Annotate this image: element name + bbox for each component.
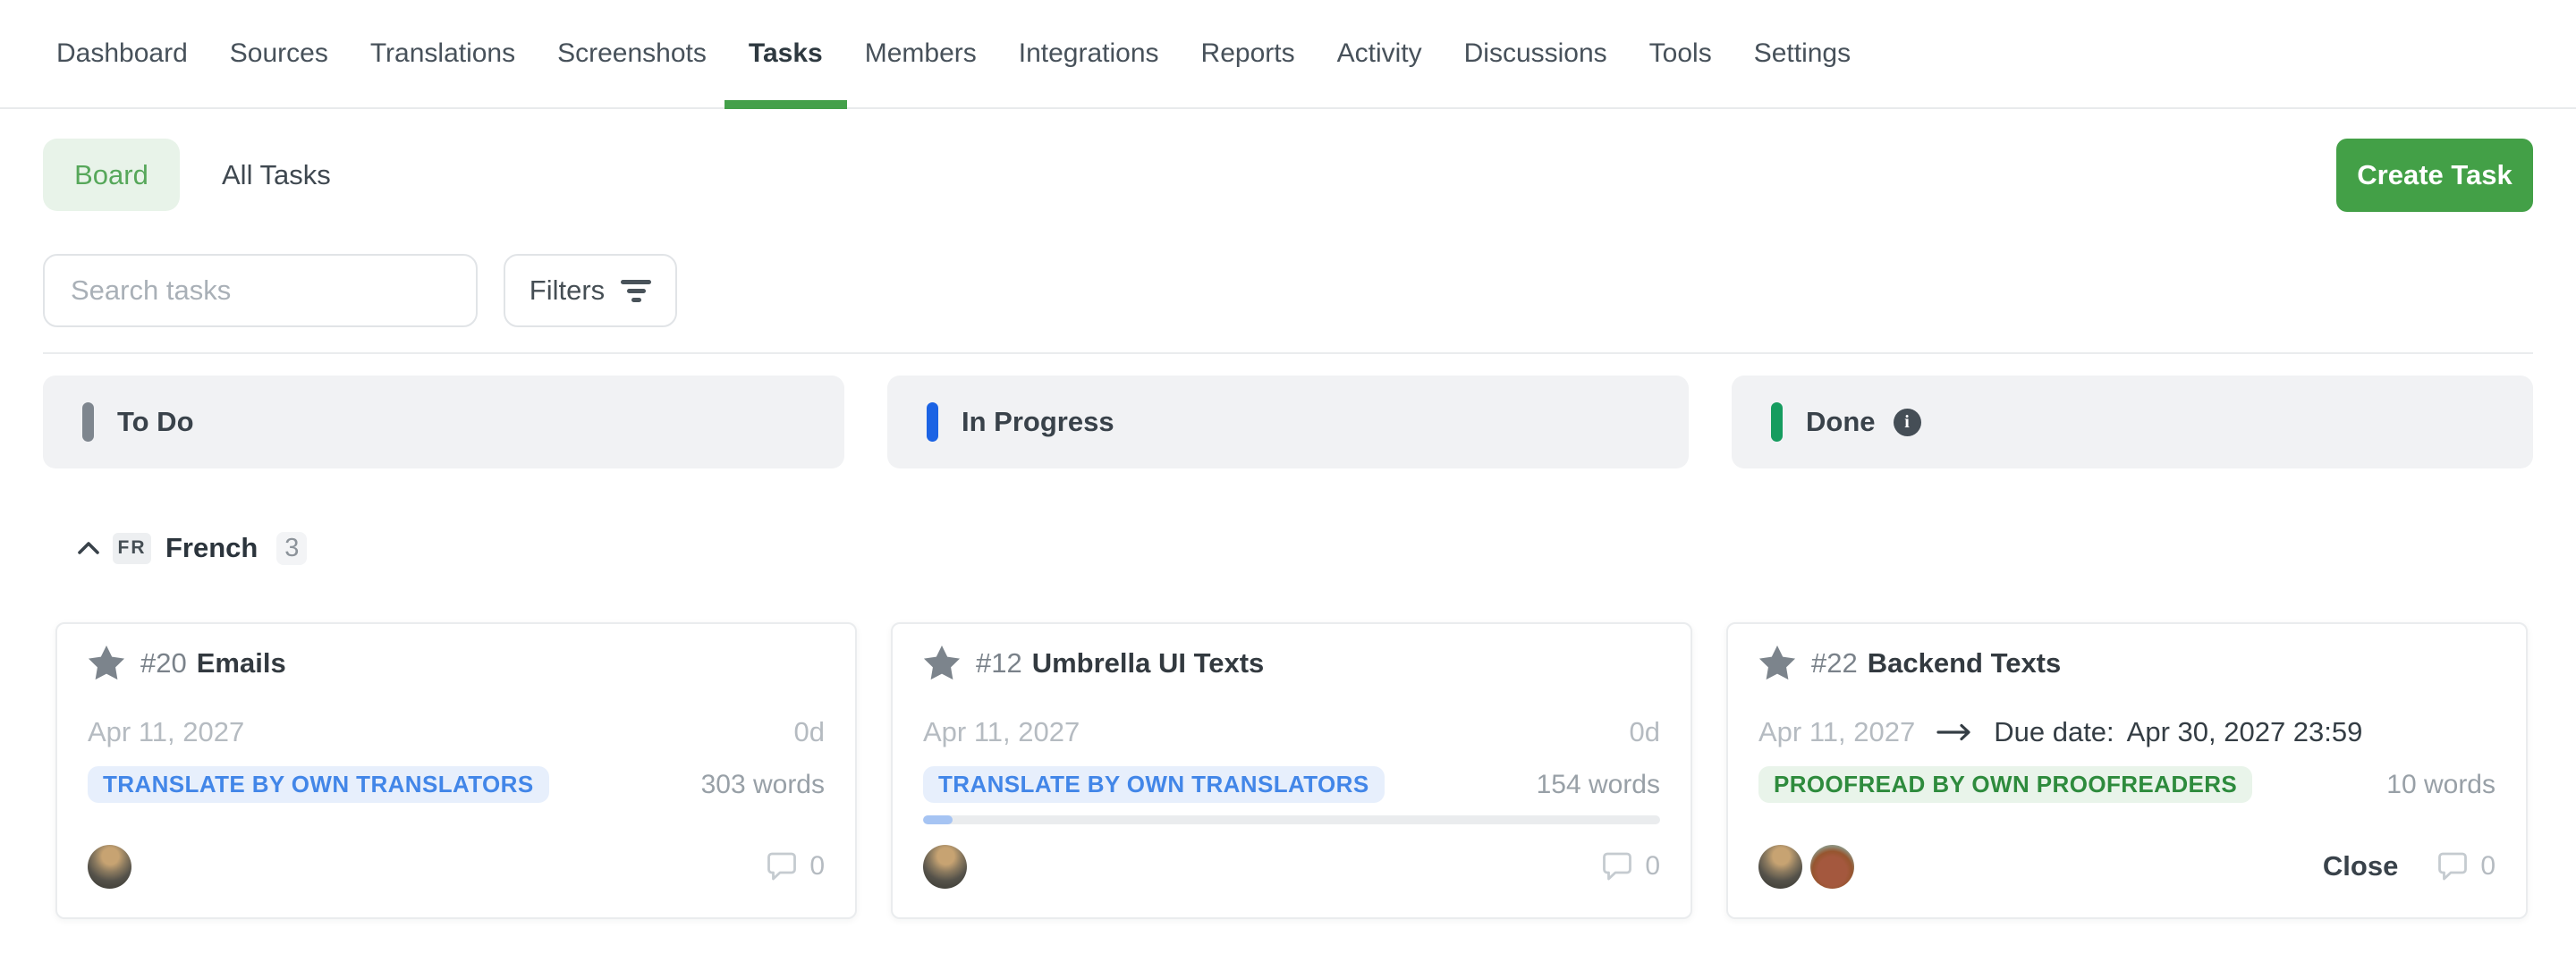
tab-integrations[interactable]: Integrations — [1019, 0, 1159, 107]
task-duration: 0d — [794, 716, 825, 748]
task-card-emails[interactable]: #20 Emails Apr 11, 2027 0d TRANSLATE BY … — [55, 622, 857, 919]
card-meta-row: Apr 11, 2027 0d — [88, 713, 825, 751]
card-title-row: #20 Emails — [88, 644, 825, 683]
task-type-badge: PROOFREAD BY OWN PROOFREADERS — [1758, 766, 2252, 803]
task-card-umbrella-ui-texts[interactable]: #12 Umbrella UI Texts Apr 11, 2027 0d TR… — [891, 622, 1692, 919]
due-date-label: Due date: — [1994, 716, 2114, 748]
column-label: Done — [1806, 406, 1876, 438]
top-navigation: Dashboard Sources Translations Screensho… — [0, 0, 2576, 109]
assignee-avatars[interactable] — [1758, 845, 1854, 889]
tab-tools[interactable]: Tools — [1649, 0, 1712, 107]
tab-tasks[interactable]: Tasks — [749, 0, 823, 107]
assignee-avatars[interactable] — [923, 845, 967, 889]
comment-count: 0 — [809, 851, 825, 882]
favorite-star-button[interactable] — [88, 645, 125, 682]
progress-bar — [923, 815, 1660, 824]
column-header-in-progress: In Progress — [887, 376, 1689, 468]
assignee-avatar — [923, 845, 967, 889]
task-card-backend-texts[interactable]: #22 Backend Texts Apr 11, 2027 Due date:… — [1726, 622, 2528, 919]
card-badge-row: TRANSLATE BY OWN TRANSLATORS 154 words — [923, 766, 1660, 803]
close-task-button[interactable]: Close — [2323, 850, 2398, 882]
tab-members[interactable]: Members — [865, 0, 977, 107]
card-title-row: #22 Backend Texts — [1758, 644, 2496, 683]
task-title: Backend Texts — [1868, 647, 2062, 679]
star-icon — [923, 646, 961, 681]
tab-discussions[interactable]: Discussions — [1464, 0, 1607, 107]
word-count: 303 words — [701, 770, 825, 800]
todo-status-pill — [82, 402, 94, 442]
assignee-avatar — [88, 845, 131, 889]
column-header-todo: To Do — [43, 376, 844, 468]
filters-button-label: Filters — [530, 274, 605, 307]
comment-icon[interactable] — [1602, 851, 1632, 882]
column-label: In Progress — [962, 406, 1114, 438]
favorite-star-button[interactable] — [923, 645, 961, 682]
tab-translations[interactable]: Translations — [370, 0, 515, 107]
arrow-right-icon — [1936, 722, 1972, 742]
column-label: To Do — [117, 406, 194, 438]
comment-count: 0 — [1645, 851, 1660, 882]
in-progress-status-pill — [927, 402, 938, 442]
word-count: 10 words — [2386, 770, 2496, 800]
card-footer-row: 0 — [88, 844, 825, 889]
done-status-pill — [1771, 402, 1783, 442]
task-type-badge: TRANSLATE BY OWN TRANSLATORS — [88, 766, 549, 803]
assignee-avatar — [1810, 845, 1854, 889]
task-duration: 0d — [1630, 716, 1660, 748]
due-date-value: Apr 30, 2027 23:59 — [2127, 716, 2363, 748]
star-icon — [88, 646, 125, 681]
card-footer-row: 0 — [923, 844, 1660, 889]
filter-icon — [621, 280, 651, 302]
tab-dashboard[interactable]: Dashboard — [56, 0, 188, 107]
task-date: Apr 11, 2027 — [1758, 716, 1915, 748]
task-date: Apr 11, 2027 — [88, 716, 244, 748]
task-title: Emails — [197, 647, 286, 679]
task-id: #22 — [1811, 647, 1858, 679]
tab-settings[interactable]: Settings — [1754, 0, 1851, 107]
favorite-star-button[interactable] — [1758, 645, 1796, 682]
tasks-board-page: Dashboard Sources Translations Screensho… — [0, 0, 2576, 979]
task-date: Apr 11, 2027 — [923, 716, 1080, 748]
word-count: 154 words — [1537, 770, 1660, 800]
card-badge-row: TRANSLATE BY OWN TRANSLATORS 303 words — [88, 766, 825, 803]
task-id: #20 — [140, 647, 187, 679]
collapse-group-button[interactable] — [75, 535, 102, 561]
tab-screenshots[interactable]: Screenshots — [557, 0, 707, 107]
all-tasks-view-tab[interactable]: All Tasks — [222, 139, 331, 211]
card-badge-row: PROOFREAD BY OWN PROOFREADERS 10 words — [1758, 766, 2496, 803]
info-icon[interactable]: i — [1894, 409, 1921, 436]
tab-sources[interactable]: Sources — [230, 0, 328, 107]
language-group-row: FR French 3 — [43, 527, 307, 570]
card-meta-row: Apr 11, 2027 Due date: Apr 30, 2027 23:5… — [1758, 713, 2496, 751]
create-task-button[interactable]: Create Task — [2336, 139, 2533, 212]
language-name: French — [165, 532, 258, 564]
assignee-avatar — [1758, 845, 1802, 889]
assignee-avatars[interactable] — [88, 845, 131, 889]
task-count-badge: 3 — [276, 532, 307, 565]
task-id: #12 — [976, 647, 1022, 679]
progress-fill — [923, 815, 953, 824]
tab-activity[interactable]: Activity — [1337, 0, 1422, 107]
search-input[interactable] — [43, 254, 478, 327]
board-view-tab[interactable]: Board — [43, 139, 180, 211]
language-code-badge: FR — [113, 533, 151, 564]
comment-count: 0 — [2480, 851, 2496, 882]
card-footer-row: Close 0 — [1758, 844, 2496, 889]
card-title-row: #12 Umbrella UI Texts — [923, 644, 1660, 683]
card-meta-row: Apr 11, 2027 0d — [923, 713, 1660, 751]
task-type-badge: TRANSLATE BY OWN TRANSLATORS — [923, 766, 1385, 803]
tab-reports[interactable]: Reports — [1201, 0, 1295, 107]
chevron-up-icon — [77, 541, 100, 555]
filters-button[interactable]: Filters — [504, 254, 677, 327]
section-divider — [43, 352, 2533, 354]
task-title: Umbrella UI Texts — [1032, 647, 1265, 679]
comment-icon[interactable] — [2437, 851, 2468, 882]
comment-icon[interactable] — [767, 851, 797, 882]
column-header-done: Done i — [1732, 376, 2533, 468]
star-icon — [1758, 646, 1796, 681]
